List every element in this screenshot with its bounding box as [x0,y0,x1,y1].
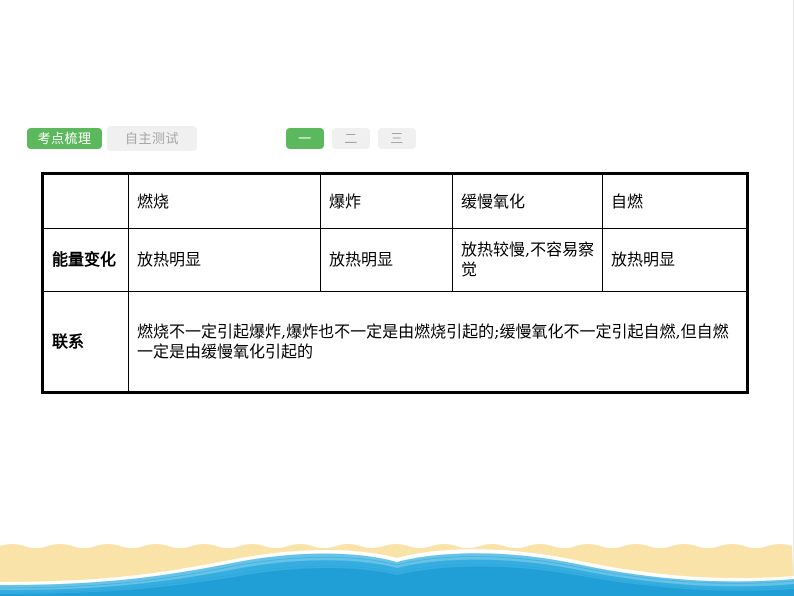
top-tab-bar: 考点梳理 自主测试 一 二 三 [0,60,794,151]
table-corner-cell [43,174,129,229]
cell-energy-huanmanyanghua: 放热较慢,不容易察觉 [452,228,603,292]
column-header-baozha: 爆炸 [320,174,453,229]
table-row-energy-change: 能量变化 放热明显 放热明显 放热较慢,不容易察觉 放热明显 [43,228,747,292]
row-header-relation: 联系 [43,291,129,392]
column-header-ranshao: 燃烧 [128,174,321,229]
column-header-huanmanyanghua: 缓慢氧化 [452,174,603,229]
slide-canvas: 考点梳理 自主测试 一 二 三 燃烧 爆炸 缓慢氧化 自燃 能量变化 放热明显 … [0,0,794,596]
beach-wave-decoration [0,534,794,596]
comparison-table-wrapper: 燃烧 爆炸 缓慢氧化 自燃 能量变化 放热明显 放热明显 放热较慢,不容易察觉 … [41,172,749,394]
tab-number-two[interactable]: 二 [332,128,370,149]
column-header-ziran: 自燃 [602,174,747,229]
tab-zizhu-ceshi[interactable]: 自主测试 [107,126,197,151]
tab-kaodian-shuli[interactable]: 考点梳理 [27,128,102,149]
table-header-row: 燃烧 爆炸 缓慢氧化 自燃 [43,174,747,229]
wave-graphic [0,544,794,596]
row-header-energy-change: 能量变化 [43,228,129,292]
cell-energy-ranshao: 放热明显 [128,228,321,292]
tab-number-one[interactable]: 一 [286,128,324,149]
cell-energy-baozha: 放热明显 [320,228,453,292]
table-row-relation: 联系 燃烧不一定引起爆炸,爆炸也不一定是由燃烧引起的;缓慢氧化不一定引起自燃,但… [43,291,747,392]
cell-relation-description: 燃烧不一定引起爆炸,爆炸也不一定是由燃烧引起的;缓慢氧化不一定引起自燃,但自燃一… [128,291,747,392]
tab-number-three[interactable]: 三 [378,128,416,149]
comparison-table: 燃烧 爆炸 缓慢氧化 自燃 能量变化 放热明显 放热明显 放热较慢,不容易察觉 … [41,172,749,394]
cell-energy-ziran: 放热明显 [602,228,747,292]
